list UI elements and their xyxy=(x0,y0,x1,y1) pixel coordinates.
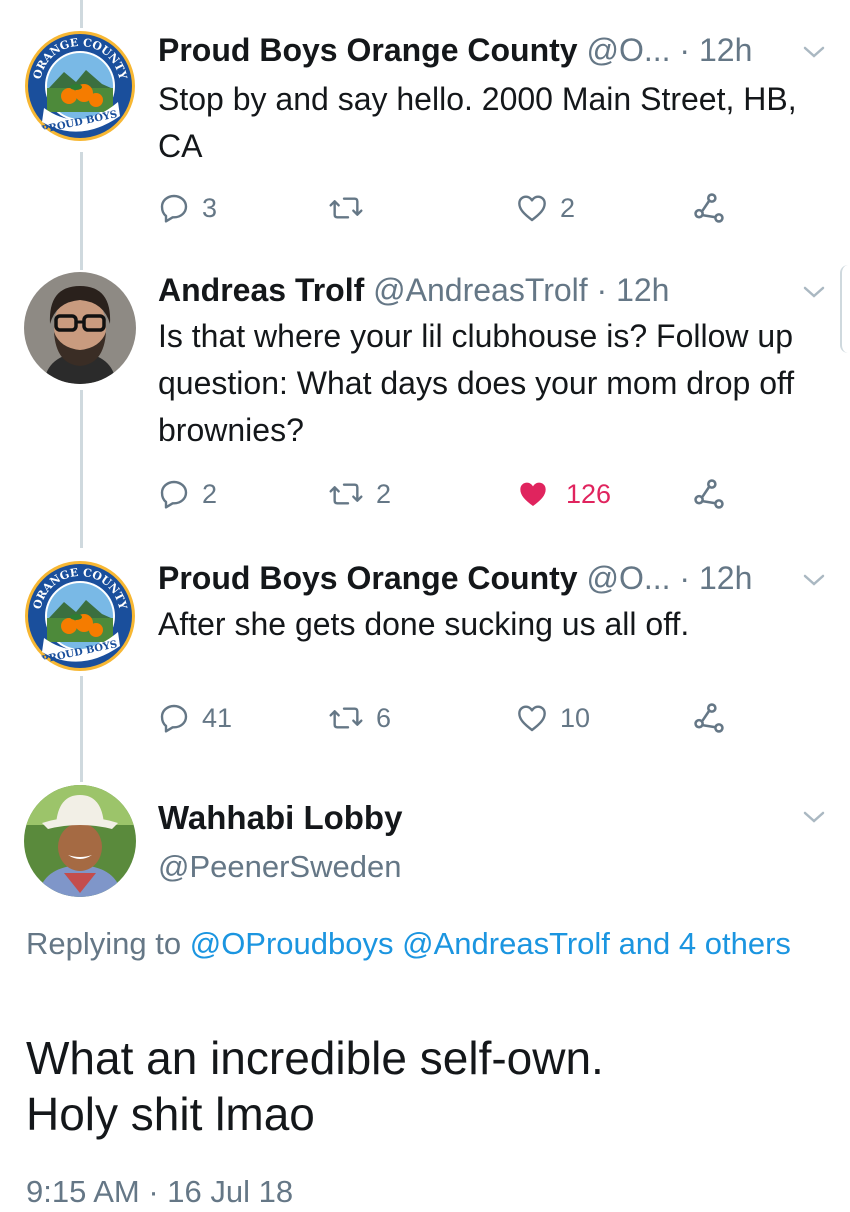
retweet-button[interactable]: 6 xyxy=(328,700,391,736)
mention-link-oproudboys[interactable]: @OProudboys xyxy=(190,926,394,961)
mention-link-andreastrolf[interactable]: @AndreasTrolf xyxy=(402,926,610,961)
tweet-3[interactable]: ORANGE COUNTY PROUD BOYS Proud Boys Oran… xyxy=(0,558,850,758)
tweet-actions: 3 2 xyxy=(158,190,798,226)
retweet-button[interactable] xyxy=(328,190,376,226)
others-link[interactable]: and 4 others xyxy=(619,926,791,961)
orange-county-badge-image: ORANGE COUNTY PROUD BOYS xyxy=(25,561,135,671)
tweet-actions: 2 2 126 xyxy=(158,476,798,512)
share-button[interactable] xyxy=(692,476,726,512)
author-handle[interactable]: @O... xyxy=(586,32,670,68)
share-button[interactable] xyxy=(692,190,726,226)
tweet-header: Proud Boys Orange County @O... · 12h xyxy=(158,558,752,598)
share-button[interactable] xyxy=(692,700,726,736)
avatar-andreas-trolf[interactable] xyxy=(24,272,136,384)
tweet-time[interactable]: · 12h xyxy=(679,560,752,596)
chevron-down-icon[interactable] xyxy=(802,809,826,825)
like-count: 2 xyxy=(560,192,576,223)
tweet-time[interactable]: · 12h xyxy=(597,272,670,308)
like-count: 10 xyxy=(560,702,591,733)
tweet-2[interactable]: Andreas Trolf @AndreasTrolf · 12h Is tha… xyxy=(0,270,850,520)
reply-icon xyxy=(160,480,188,509)
retweet-button[interactable]: 2 xyxy=(328,476,391,512)
orange-county-badge-image: ORANGE COUNTY PROUD BOYS xyxy=(25,31,135,141)
retweet-icon xyxy=(329,707,363,729)
main-tweet-text: What an incredible self-own. Holy shit l… xyxy=(26,1030,826,1142)
chevron-down-icon[interactable] xyxy=(802,572,826,588)
reply-count: 41 xyxy=(202,702,233,733)
reply-count: 2 xyxy=(202,478,218,509)
author-name[interactable]: Proud Boys Orange County xyxy=(158,32,578,68)
avatar-proud-boys-oc[interactable]: ORANGE COUNTY PROUD BOYS xyxy=(24,30,136,142)
retweet-icon xyxy=(329,483,363,505)
main-tweet-text-line-2: Holy shit lmao xyxy=(26,1088,315,1140)
reply-button[interactable]: 41 xyxy=(158,700,232,736)
author-name[interactable]: Wahhabi Lobby xyxy=(158,798,402,838)
share-icon xyxy=(694,479,724,509)
like-button[interactable]: 2 xyxy=(516,190,575,226)
replying-prefix: Replying to xyxy=(26,926,182,961)
tweet-text: After she gets done sucking us all off. xyxy=(158,606,690,642)
wahhabi-lobby-photo xyxy=(24,785,136,897)
reply-icon xyxy=(160,194,188,223)
tweet-timestamp[interactable]: 9:15 AM · 16 Jul 18 xyxy=(26,1172,293,1212)
chevron-down-icon[interactable] xyxy=(802,284,826,300)
reply-button[interactable]: 2 xyxy=(158,476,217,512)
tweet-text: Is that where your lil clubhouse is? Fol… xyxy=(158,318,795,448)
heart-icon xyxy=(518,195,546,222)
main-tweet-text-line-1: What an incredible self-own. xyxy=(26,1032,604,1084)
heart-icon xyxy=(518,705,546,732)
chevron-down-icon[interactable] xyxy=(802,44,826,60)
author-name[interactable]: Proud Boys Orange County xyxy=(158,560,578,596)
share-icon xyxy=(694,193,724,223)
author-handle[interactable]: @AndreasTrolf xyxy=(373,272,587,308)
thread-line-top xyxy=(80,0,83,28)
tweet-time[interactable]: · 12h xyxy=(679,32,752,68)
tweet-header: Proud Boys Orange County @O... · 12h xyxy=(158,30,752,70)
retweet-icon xyxy=(329,197,363,219)
author-handle[interactable]: @PeenerSweden xyxy=(158,847,401,887)
tweet-actions: 41 6 10 xyxy=(158,700,798,736)
reply-button[interactable]: 3 xyxy=(158,190,217,226)
tweet-text: Stop by and say hello. 2000 Main Street,… xyxy=(158,81,797,164)
heart-filled-icon xyxy=(520,482,546,506)
tweet-1[interactable]: ORANGE COUNTY PROUD BOYS Proud Boys Oran… xyxy=(0,30,850,230)
reply-icon xyxy=(160,704,188,733)
share-icon xyxy=(694,703,724,733)
tweet-header: Andreas Trolf @AndreasTrolf · 12h xyxy=(158,270,669,310)
andreas-trolf-photo xyxy=(24,272,136,384)
retweet-count: 2 xyxy=(376,478,392,509)
like-button[interactable]: 10 xyxy=(516,700,590,736)
like-button[interactable]: 126 xyxy=(516,476,611,512)
avatar-wahhabi-lobby[interactable] xyxy=(24,785,136,897)
like-count: 126 xyxy=(566,478,612,509)
author-handle[interactable]: @O... xyxy=(586,560,670,596)
reply-count: 3 xyxy=(202,192,218,223)
avatar-proud-boys-oc[interactable]: ORANGE COUNTY PROUD BOYS xyxy=(24,560,136,672)
retweet-count: 6 xyxy=(376,702,392,733)
replying-to: Replying to @OProudboys @AndreasTrolf an… xyxy=(26,920,816,967)
author-name[interactable]: Andreas Trolf xyxy=(158,272,364,308)
